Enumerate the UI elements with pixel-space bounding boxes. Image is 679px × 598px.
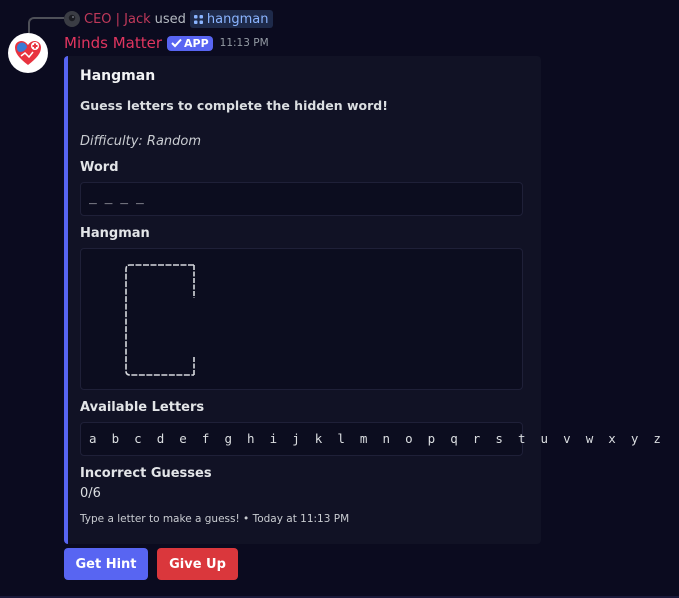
- incorrect-guesses-label: Incorrect Guesses: [80, 466, 212, 481]
- reply-spine: [28, 17, 64, 33]
- word-field-label: Word: [80, 160, 119, 175]
- command-icon: [193, 14, 203, 24]
- app-badge-label: APP: [184, 36, 209, 50]
- embed-footer: Type a letter to make a guess! • Today a…: [80, 513, 350, 525]
- reply-reference[interactable]: CEO | Jack used hangman: [64, 10, 273, 28]
- slash-command-pill[interactable]: hangman: [189, 10, 273, 28]
- reply-used-text: used: [154, 11, 186, 27]
- available-letters-box: a b c d e f g h i j k l m n o p q r s t …: [80, 422, 661, 456]
- hangman-embed: Hangman Guess letters to complete the hi…: [64, 56, 661, 544]
- bot-avatar[interactable]: [8, 33, 48, 73]
- embed-title: Hangman: [80, 68, 156, 84]
- difficulty-text: Difficulty: Random: [80, 134, 202, 149]
- message-timestamp[interactable]: 11:13 PM: [220, 37, 269, 49]
- embed-description: Guess letters to complete the hidden wor…: [80, 98, 388, 113]
- get-hint-button[interactable]: Get Hint: [64, 548, 148, 580]
- hidden-word-box: _ _ _ _: [80, 182, 523, 216]
- hangman-drawing-box: [80, 248, 523, 390]
- letters-field-label: Available Letters: [80, 400, 205, 415]
- message-header: Minds Matter APP 11:13 PM: [64, 32, 269, 54]
- heart-brain-icon: [15, 41, 41, 65]
- app-badge: APP: [167, 35, 213, 51]
- hangman-field-label: Hangman: [80, 226, 150, 241]
- reply-user-avatar[interactable]: [64, 11, 80, 27]
- give-up-button[interactable]: Give Up: [157, 548, 238, 580]
- incorrect-guesses-value: 0/6: [80, 486, 101, 501]
- command-name: hangman: [206, 11, 269, 27]
- verified-check-icon: [171, 38, 182, 48]
- gallows-drawing: [125, 264, 195, 376]
- bot-name[interactable]: Minds Matter: [64, 34, 162, 52]
- reply-username[interactable]: CEO | Jack: [84, 12, 151, 27]
